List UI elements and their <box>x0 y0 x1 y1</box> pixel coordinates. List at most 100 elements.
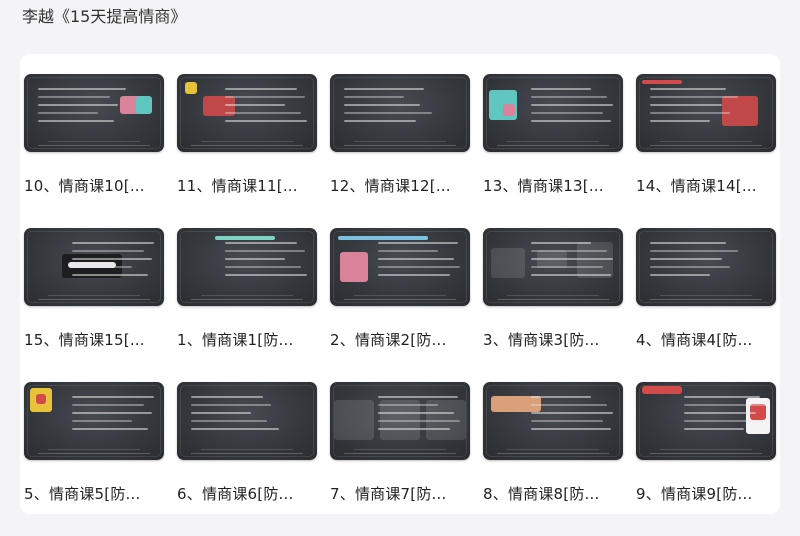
lesson-title[interactable]: 5、情商课5[防... <box>24 484 164 504</box>
slide-footer-line <box>201 449 293 450</box>
lesson-card[interactable]: 1、情商课1[防... <box>177 228 317 382</box>
chalk-text-line <box>72 396 154 398</box>
lesson-title[interactable]: 1、情商课1[防... <box>177 330 317 350</box>
slide-footer-line <box>650 453 762 454</box>
chalkboard-slide-thumbnail[interactable] <box>330 382 470 460</box>
chalk-text-line <box>225 242 297 244</box>
lesson-card[interactable]: 15、情商课15[... <box>24 228 164 382</box>
chalkboard-slide-thumbnail[interactable] <box>330 74 470 152</box>
thumbnail-illustration <box>36 394 46 404</box>
chalk-text-line <box>225 274 307 276</box>
chalkboard-slide-thumbnail[interactable] <box>636 382 776 460</box>
lesson-title[interactable]: 7、情商课7[防... <box>330 484 470 504</box>
thumbnail-illustration <box>722 96 758 126</box>
slide-footer-line <box>191 145 303 146</box>
lesson-title[interactable]: 6、情商课6[防... <box>177 484 317 504</box>
chalkboard-slide-thumbnail[interactable] <box>24 74 164 152</box>
thumbnail-illustration <box>577 242 613 278</box>
thumbnail-illustration <box>642 386 682 394</box>
lesson-card[interactable]: 9、情商课9[防... <box>636 382 776 536</box>
chalk-text-line <box>531 420 603 422</box>
slide-footer-line <box>201 295 293 296</box>
chalk-text-line <box>72 258 152 260</box>
chalkboard-slide-thumbnail[interactable] <box>636 228 776 306</box>
chalk-text-line <box>191 396 263 398</box>
lesson-card[interactable]: 13、情商课13[... <box>483 74 623 228</box>
chalk-text-line <box>344 112 432 114</box>
chalk-text-line <box>72 242 154 244</box>
lesson-card[interactable]: 14、情商课14[... <box>636 74 776 228</box>
chalk-text-line <box>650 242 726 244</box>
chalk-text-line <box>378 266 460 268</box>
chalkboard-slide-thumbnail[interactable] <box>177 382 317 460</box>
slide-footer-line <box>48 449 140 450</box>
chalk-text-line <box>72 412 152 414</box>
lesson-card[interactable]: 12、情商课12[... <box>330 74 470 228</box>
chalkboard-slide-thumbnail[interactable] <box>177 228 317 306</box>
lesson-title[interactable]: 14、情商课14[... <box>636 176 776 196</box>
lesson-title[interactable]: 15、情商课15[... <box>24 330 164 350</box>
lesson-title[interactable]: 10、情商课10[... <box>24 176 164 196</box>
chalk-text-line <box>531 404 607 406</box>
chalk-text-line <box>38 88 126 90</box>
chalkboard-slide-thumbnail[interactable] <box>483 228 623 306</box>
thumbnail-illustration <box>642 80 682 84</box>
chalk-text-line <box>684 428 744 430</box>
lesson-card[interactable]: 8、情商课8[防... <box>483 382 623 536</box>
chalk-text-line <box>225 258 285 260</box>
lesson-title[interactable]: 13、情商课13[... <box>483 176 623 196</box>
lesson-title[interactable]: 2、情商课2[防... <box>330 330 470 350</box>
lesson-title[interactable]: 12、情商课12[... <box>330 176 470 196</box>
lesson-card[interactable]: 11、情商课11[... <box>177 74 317 228</box>
chalk-text-line <box>344 120 416 122</box>
chalk-text-line <box>650 250 738 252</box>
chalk-text-line <box>72 404 144 406</box>
chalk-text-line <box>650 258 722 260</box>
chalk-text-line <box>531 258 613 260</box>
slide-footer-line <box>660 295 752 296</box>
chalk-text-line <box>650 112 730 114</box>
chalkboard-slide-thumbnail[interactable] <box>24 228 164 306</box>
lesson-card[interactable]: 3、情商课3[防... <box>483 228 623 382</box>
lesson-card[interactable]: 7、情商课7[防... <box>330 382 470 536</box>
page-title: 李越《15天提高情商》 <box>22 7 187 26</box>
chalk-text-line <box>684 420 764 422</box>
lesson-card[interactable]: 5、情商课5[防... <box>24 382 164 536</box>
slide-footer-line <box>497 299 609 300</box>
slide-footer-line <box>38 145 150 146</box>
chalkboard-slide-thumbnail[interactable] <box>330 228 470 306</box>
chalk-text-line <box>72 428 148 430</box>
chalk-text-line <box>531 412 613 414</box>
chalk-text-line <box>378 428 450 430</box>
chalk-text-line <box>650 266 730 268</box>
chalk-text-line <box>344 88 424 90</box>
chalk-text-line <box>225 88 297 90</box>
chalkboard-slide-thumbnail[interactable] <box>24 382 164 460</box>
chalkboard-slide-thumbnail[interactable] <box>177 74 317 152</box>
lesson-title[interactable]: 8、情商课8[防... <box>483 484 623 504</box>
chalkboard-slide-thumbnail[interactable] <box>636 74 776 152</box>
slide-footer-line <box>660 141 752 142</box>
lesson-title[interactable]: 9、情商课9[防... <box>636 484 776 504</box>
chalk-text-line <box>531 266 603 268</box>
chalk-text-line <box>38 96 110 98</box>
slide-footer-line <box>344 299 456 300</box>
lesson-title[interactable]: 3、情商课3[防... <box>483 330 623 350</box>
thumbnail-illustration <box>334 400 374 440</box>
chalk-text-line <box>378 242 458 244</box>
chalkboard-slide-thumbnail[interactable] <box>483 74 623 152</box>
slide-footer-line <box>48 141 140 142</box>
lesson-title[interactable]: 11、情商课11[... <box>177 176 317 196</box>
chalk-text-line <box>650 104 722 106</box>
chalkboard-slide-thumbnail[interactable] <box>483 382 623 460</box>
lesson-card[interactable]: 2、情商课2[防... <box>330 228 470 382</box>
slide-footer-line <box>507 449 599 450</box>
lesson-title[interactable]: 4、情商课4[防... <box>636 330 776 350</box>
lesson-card[interactable]: 6、情商课6[防... <box>177 382 317 536</box>
chalk-text-line <box>531 104 613 106</box>
chalk-text-line <box>650 88 726 90</box>
chalk-text-line <box>531 274 611 276</box>
lesson-card[interactable]: 4、情商课4[防... <box>636 228 776 382</box>
chalk-text-line <box>378 412 454 414</box>
lesson-card[interactable]: 10、情商课10[... <box>24 74 164 228</box>
